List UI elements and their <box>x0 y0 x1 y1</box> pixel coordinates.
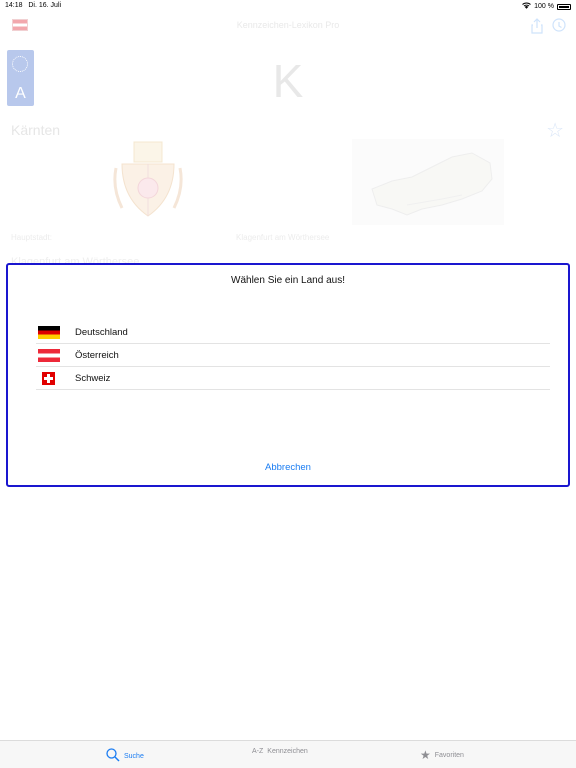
coat-of-arms-image <box>112 138 184 222</box>
region-map-image <box>352 139 504 225</box>
capital-label: Hauptstadt: <box>11 233 52 242</box>
region-name: Kärnten <box>11 122 61 138</box>
tab-suche[interactable]: Suche <box>106 748 144 765</box>
status-bar: 14:18 Di. 16. Juli 100 % <box>0 0 576 12</box>
germany-flag-icon <box>38 326 60 339</box>
status-date: Di. 16. Juli <box>28 2 62 9</box>
tab-label: Suche <box>124 753 144 760</box>
wifi-icon <box>522 2 531 11</box>
app-title: Kennzeichen-Lexikon Pro <box>236 20 340 30</box>
country-option-deutschland[interactable]: Deutschland <box>36 321 550 344</box>
country-option-oesterreich[interactable]: Österreich <box>36 344 550 367</box>
battery-icon <box>557 3 571 10</box>
tab-label: Favoriten <box>434 751 464 759</box>
info-icon[interactable] <box>552 18 566 34</box>
star-icon: ★ <box>420 748 431 762</box>
az-icon: A-Z <box>252 748 264 755</box>
country-name: Deutschland <box>75 327 128 338</box>
status-right: 100 % <box>522 2 571 11</box>
nav-bar: Kennzeichen-Lexikon Pro <box>0 12 576 42</box>
tab-kennzeichen[interactable]: A-Z Kennzeichen <box>252 748 308 755</box>
plate-code: K <box>272 55 304 107</box>
country-name: Österreich <box>75 350 119 361</box>
status-time: 14:18 <box>5 2 23 9</box>
tab-favoriten[interactable]: ★ Favoriten <box>420 748 464 762</box>
country-name: Schweiz <box>75 373 111 384</box>
share-icon[interactable] <box>530 18 544 34</box>
capital-value: Klagenfurt am Wörthersee <box>236 233 330 242</box>
country-option-schweiz[interactable]: Schweiz <box>36 367 550 390</box>
tab-label: Kennzeichen <box>267 748 308 755</box>
austria-flag-icon <box>38 349 60 362</box>
country-list: Deutschland Österreich Schweiz <box>36 321 550 390</box>
tab-bar: Suche A-Z Kennzeichen ★ Favoriten <box>0 740 576 768</box>
status-left: 14:18 Di. 16. Juli <box>5 2 61 9</box>
cancel-button[interactable]: Abbrechen <box>8 462 568 473</box>
country-picker-dialog: Wählen Sie ein Land aus! Deutschland Öst… <box>6 263 570 487</box>
dialog-title: Wählen Sie ein Land aus! <box>231 275 345 286</box>
search-icon <box>106 748 120 765</box>
battery-percent: 100 % <box>534 3 554 10</box>
favorite-star-icon[interactable]: ☆ <box>546 118 564 143</box>
switzerland-flag-icon <box>42 372 55 385</box>
